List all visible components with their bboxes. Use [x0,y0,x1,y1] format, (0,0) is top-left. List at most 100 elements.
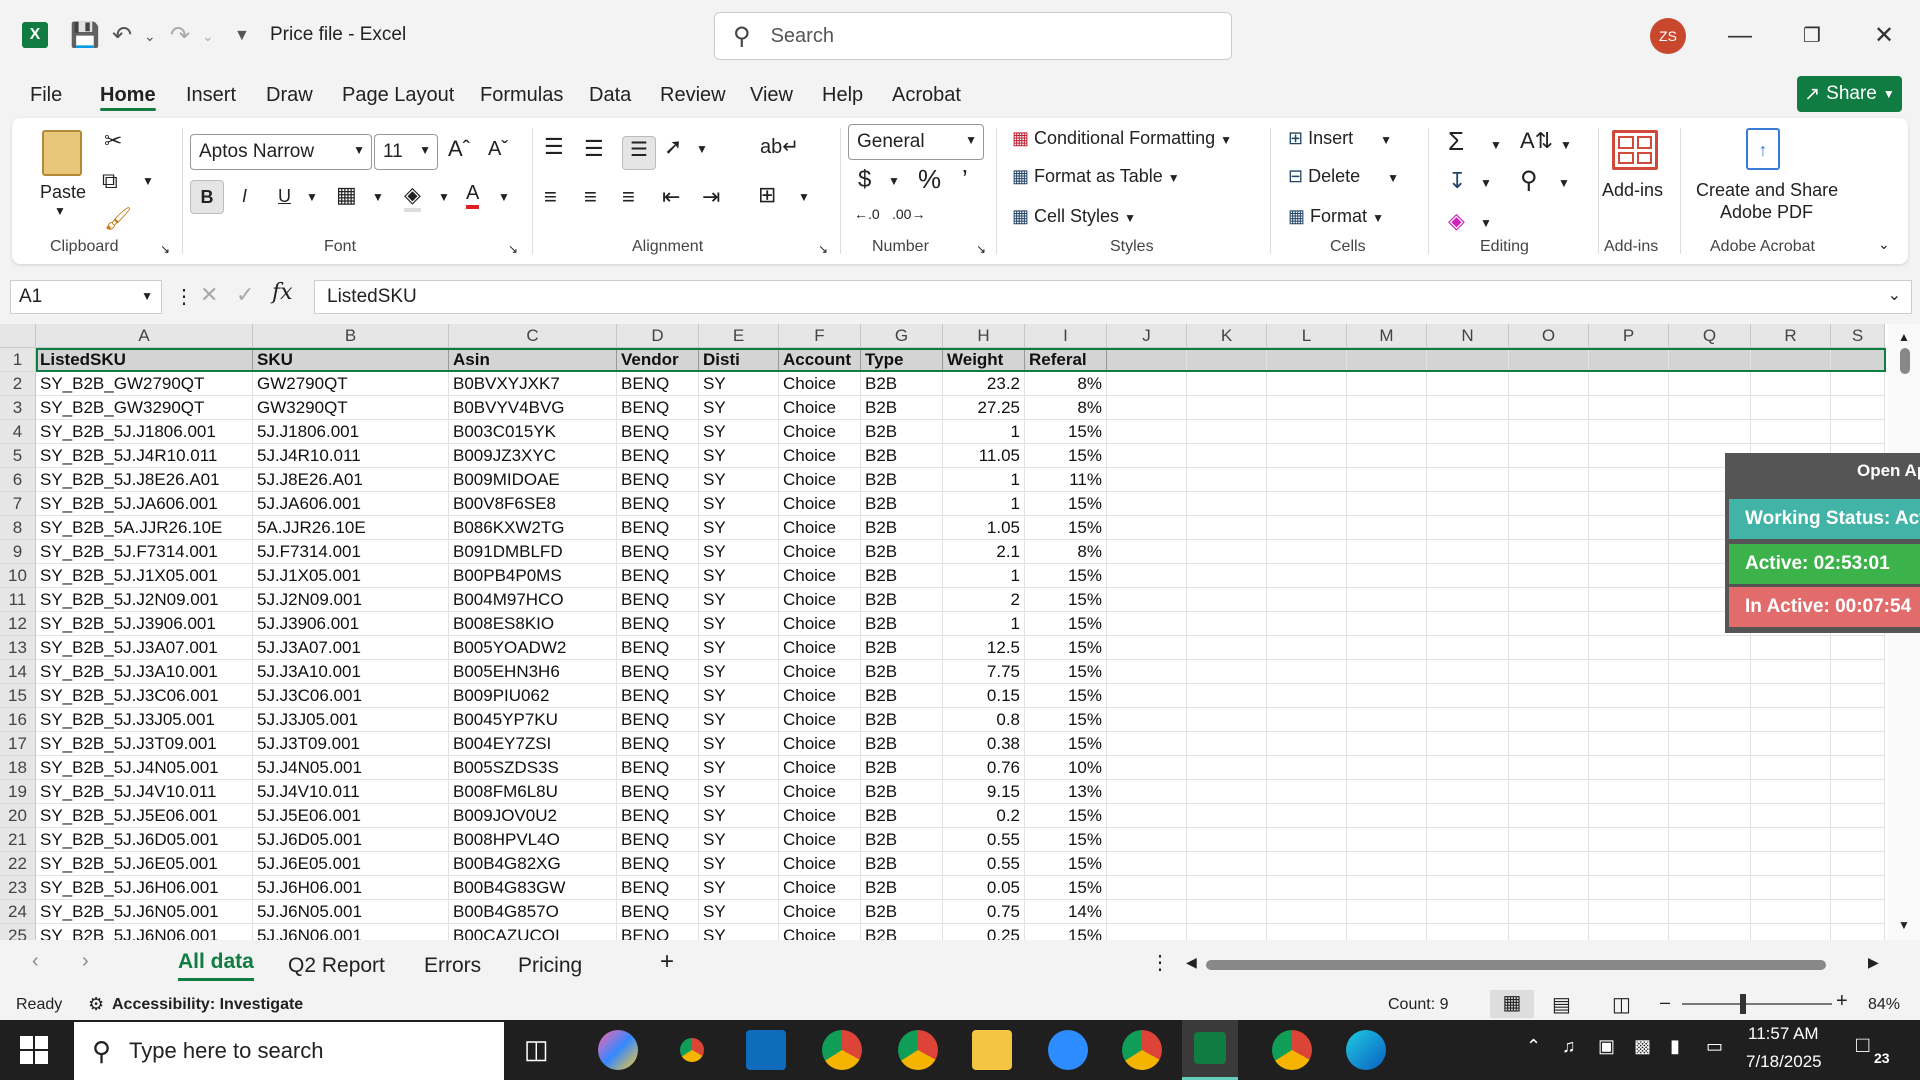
empty-cell[interactable] [1107,444,1187,468]
row-header[interactable]: 24 [0,900,36,924]
empty-cell[interactable] [1669,348,1751,372]
empty-cell[interactable] [1107,708,1187,732]
empty-cell[interactable] [1831,876,1885,900]
empty-cell[interactable] [1509,468,1589,492]
data-cell[interactable]: SY [699,732,779,756]
font-color-icon[interactable]: A [466,182,480,209]
empty-cell[interactable] [1267,924,1347,940]
empty-cell[interactable] [1669,372,1751,396]
data-cell[interactable]: 15% [1025,924,1107,940]
data-cell[interactable]: 15% [1025,444,1107,468]
prev-sheet-icon[interactable]: ‹ [32,950,39,973]
empty-cell[interactable] [1751,828,1831,852]
empty-cell[interactable] [1347,372,1427,396]
accessibility-status[interactable]: Accessibility: Investigate [112,996,303,1014]
empty-cell[interactable] [1267,636,1347,660]
empty-cell[interactable] [1427,660,1509,684]
data-cell[interactable]: 27.25 [943,396,1025,420]
data-cell[interactable]: 5J.J3J05.001 [253,708,449,732]
empty-cell[interactable] [1267,660,1347,684]
empty-cell[interactable] [1751,420,1831,444]
empty-cell[interactable] [1751,900,1831,924]
empty-cell[interactable] [1831,756,1885,780]
data-cell[interactable]: BENQ [617,708,699,732]
data-cell[interactable]: 7.75 [943,660,1025,684]
data-cell[interactable]: Choice [779,780,861,804]
add-sheet-icon[interactable]: + [660,948,674,976]
empty-cell[interactable] [1589,804,1669,828]
data-cell[interactable]: SY [699,756,779,780]
row-header[interactable]: 6 [0,468,36,492]
data-cell[interactable]: BENQ [617,660,699,684]
empty-cell[interactable] [1107,468,1187,492]
data-cell[interactable]: B2B [861,780,943,804]
data-cell[interactable]: B00B4G83GW [449,876,617,900]
align-right-icon[interactable]: ≡ [622,184,635,210]
data-cell[interactable]: 2.1 [943,540,1025,564]
conditional-formatting-button[interactable]: ▦ Conditional Formatting ▼ [1012,128,1232,149]
data-cell[interactable]: 5J.J6D05.001 [253,828,449,852]
sort-filter-icon[interactable]: A⇅ [1520,128,1553,154]
empty-cell[interactable] [1107,612,1187,636]
data-cell[interactable]: B008ES8KIO [449,612,617,636]
copy-icon[interactable]: ⧉ [102,168,118,194]
empty-cell[interactable] [1589,540,1669,564]
data-cell[interactable]: 1 [943,468,1025,492]
empty-cell[interactable] [1347,636,1427,660]
empty-cell[interactable] [1831,804,1885,828]
more-options-icon[interactable]: ⋮ [174,284,194,309]
data-cell[interactable]: B2B [861,804,943,828]
data-cell[interactable]: B2B [861,924,943,940]
data-cell[interactable]: B2B [861,396,943,420]
column-header-n[interactable]: N [1427,324,1509,348]
format-cells-button[interactable]: ▦ Format ▼ [1288,206,1384,227]
italic-icon[interactable]: I [242,186,247,207]
data-cell[interactable]: SY_B2B_5J.J6N05.001 [36,900,253,924]
expand-formula-icon[interactable]: ⌄ [1888,285,1901,305]
column-header-c[interactable]: C [449,324,617,348]
data-cell[interactable]: 5J.J3906.001 [253,612,449,636]
decrease-font-icon[interactable]: Aˇ [488,138,508,161]
autosum-dropdown-icon[interactable]: ▼ [1490,138,1502,152]
redo-dropdown-icon[interactable]: ⌄ [202,18,214,54]
data-cell[interactable]: B2B [861,852,943,876]
create-share-pdf-line1[interactable]: Create and Share [1696,180,1838,201]
empty-cell[interactable] [1187,756,1267,780]
empty-cell[interactable] [1669,780,1751,804]
data-cell[interactable]: Choice [779,684,861,708]
data-cell[interactable]: BENQ [617,588,699,612]
empty-cell[interactable] [1589,516,1669,540]
chrome-app-2-icon[interactable] [1272,1030,1312,1070]
empty-cell[interactable] [1347,348,1427,372]
cancel-entry-icon[interactable]: ✕ [200,282,218,308]
data-cell[interactable]: B00B4G82XG [449,852,617,876]
data-cell[interactable]: 15% [1025,588,1107,612]
empty-cell[interactable] [1267,516,1347,540]
empty-cell[interactable] [1427,804,1509,828]
data-cell[interactable]: SY_B2B_5J.J4V10.011 [36,780,253,804]
tab-page-layout[interactable]: Page Layout [342,84,454,107]
column-header-m[interactable]: M [1347,324,1427,348]
empty-cell[interactable] [1669,876,1751,900]
align-center-icon[interactable]: ≡ [584,184,597,210]
addins-button[interactable]: Add-ins [1602,180,1663,201]
data-cell[interactable]: BENQ [617,564,699,588]
data-cell[interactable]: SY_B2B_5J.J6D05.001 [36,828,253,852]
data-cell[interactable]: 1 [943,564,1025,588]
data-cell[interactable]: B0BVYV4BVG [449,396,617,420]
name-box[interactable]: A1 ▼ [10,280,162,314]
data-cell[interactable]: SY [699,828,779,852]
data-cell[interactable]: BENQ [617,828,699,852]
column-header-f[interactable]: F [779,324,861,348]
data-cell[interactable]: B2B [861,444,943,468]
number-launcher-icon[interactable]: ↘ [976,242,986,256]
fill-dropdown-icon[interactable]: ▼ [1480,176,1492,190]
tab-insert[interactable]: Insert [186,84,236,107]
clock-date[interactable]: 7/18/2025 [1746,1052,1822,1072]
empty-cell[interactable] [1267,876,1347,900]
empty-cell[interactable] [1427,492,1509,516]
decrease-indent-icon[interactable]: ⇤ [662,184,680,210]
data-cell[interactable]: 0.76 [943,756,1025,780]
minimize-icon[interactable]: — [1720,18,1760,54]
empty-cell[interactable] [1751,708,1831,732]
